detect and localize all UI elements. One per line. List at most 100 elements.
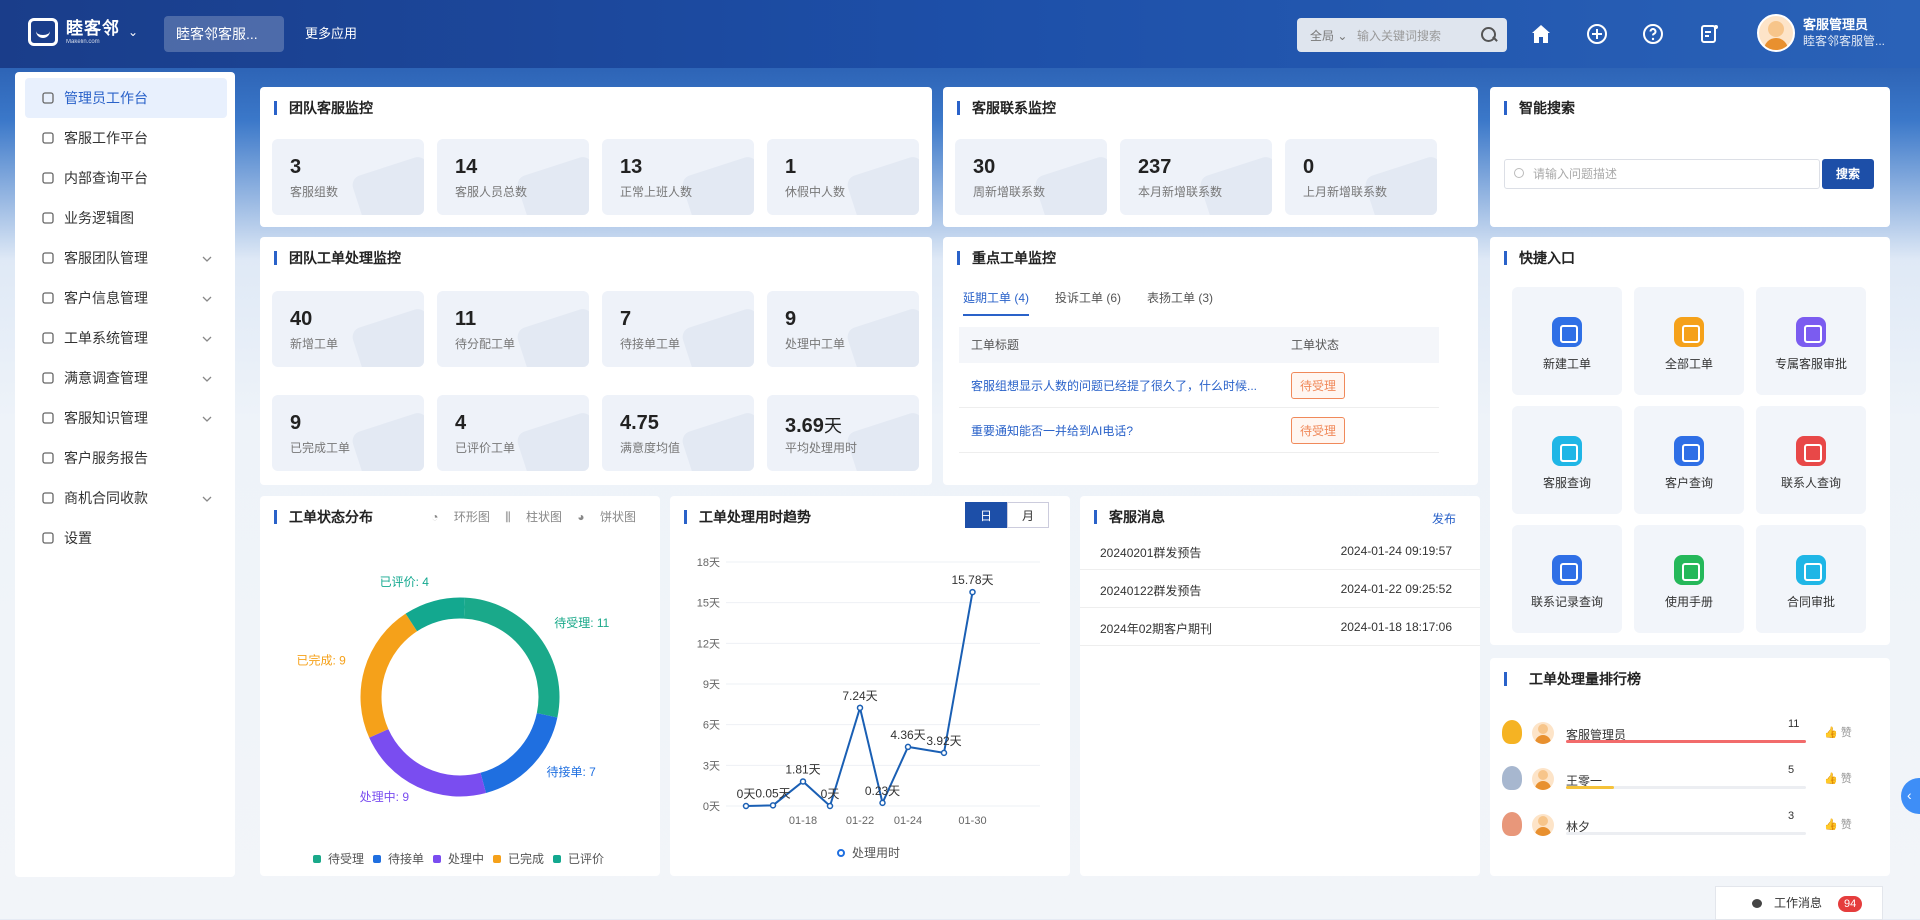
message-row[interactable]: 2024年02期客户期刊 2024-01-18 18:17:06 bbox=[1080, 608, 1480, 646]
ticket-title-link[interactable]: 重要通知能否一并给到AI电话? bbox=[959, 422, 1279, 439]
data-point[interactable] bbox=[856, 704, 864, 712]
legend-item[interactable]: 已评价 bbox=[553, 852, 607, 866]
ticket-title-link[interactable]: 客服组想显示人数的问题已经提了很久了，什么时候... bbox=[959, 377, 1279, 394]
quick-entry-item[interactable]: 合同审批 bbox=[1756, 525, 1866, 633]
data-point[interactable] bbox=[940, 749, 948, 757]
stat-tile[interactable]: 11 待分配工单 bbox=[437, 291, 589, 367]
data-point[interactable] bbox=[742, 802, 750, 810]
chevron-down-icon[interactable] bbox=[201, 372, 213, 384]
avatar[interactable] bbox=[1757, 14, 1795, 52]
sidebar-item-7[interactable]: 满意调查管理 bbox=[15, 358, 235, 398]
quick-entry-item[interactable]: 客服查询 bbox=[1512, 406, 1622, 514]
user-menu[interactable]: 客服管理员 睦客邻客服管... ⌄ bbox=[1757, 14, 1885, 52]
chevron-down-icon[interactable] bbox=[201, 412, 213, 424]
quick-entry-item[interactable]: 新建工单 bbox=[1512, 287, 1622, 395]
chart-type-bar[interactable]: ⫼ 柱状图 bbox=[505, 510, 562, 524]
chevron-down-icon[interactable] bbox=[201, 492, 213, 504]
donut-slice[interactable] bbox=[360, 613, 418, 738]
quick-entry-item[interactable]: 使用手册 bbox=[1634, 525, 1744, 633]
search-scope-select[interactable]: 全局 ⌄ bbox=[1297, 27, 1357, 44]
tab-key-ticket-2[interactable]: 表扬工单 (3) bbox=[1147, 289, 1213, 316]
publish-link[interactable]: 发布 bbox=[1432, 510, 1456, 527]
question-search-input[interactable]: 请输入问题描述 bbox=[1504, 159, 1820, 189]
help-icon[interactable] bbox=[1641, 22, 1665, 46]
search-button[interactable]: 搜索 bbox=[1822, 159, 1874, 189]
like-button[interactable]: 👍 赞 bbox=[1824, 770, 1852, 786]
quick-entry-item[interactable]: 客户查询 bbox=[1634, 406, 1744, 514]
donut-slice[interactable] bbox=[463, 597, 560, 718]
like-button[interactable]: 👍 赞 bbox=[1824, 816, 1852, 832]
sidebar-item-0[interactable]: 管理员工作台 bbox=[25, 78, 227, 118]
sidebar-item-2[interactable]: 内部查询平台 bbox=[15, 158, 235, 198]
search-icon[interactable] bbox=[1479, 25, 1499, 45]
stat-tile[interactable]: 0 上月新增联系数 bbox=[1285, 139, 1437, 215]
notes-icon[interactable] bbox=[1697, 22, 1721, 46]
chevron-down-icon[interactable]: ⌄ bbox=[128, 25, 138, 39]
chart-type-donut[interactable]: ◔ 环形图 bbox=[431, 510, 490, 524]
stat-tile[interactable]: 13 正常上班人数 bbox=[602, 139, 754, 215]
global-search[interactable]: 全局 ⌄ 输入关键词搜索 bbox=[1297, 18, 1507, 52]
sidebar-item-9[interactable]: 客户服务报告 bbox=[15, 438, 235, 478]
period-month-button[interactable]: 月 bbox=[1007, 502, 1049, 528]
tab-key-ticket-1[interactable]: 投诉工单 (6) bbox=[1055, 289, 1121, 316]
home-icon[interactable] bbox=[1529, 22, 1553, 46]
stat-tile[interactable]: 14 客服人员总数 bbox=[437, 139, 589, 215]
legend-item[interactable]: 待接单 bbox=[372, 852, 427, 866]
message-title[interactable]: 2024年02期客户期刊 bbox=[1100, 620, 1212, 637]
tab-key-ticket-0[interactable]: 延期工单 (4) bbox=[963, 289, 1030, 316]
donut-slice[interactable] bbox=[480, 712, 558, 794]
chevron-down-icon[interactable] bbox=[201, 332, 213, 344]
stat-tile[interactable]: 3 客服组数 bbox=[272, 139, 424, 215]
stat-tile[interactable]: 9 处理中工单 bbox=[767, 291, 919, 367]
sidebar-item-6[interactable]: 工单系统管理 bbox=[15, 318, 235, 358]
quick-entry-item[interactable]: 联系人查询 bbox=[1756, 406, 1866, 514]
donut-slice[interactable] bbox=[369, 728, 486, 797]
stat-tile[interactable]: 40 新增工单 bbox=[272, 291, 424, 367]
search-input[interactable]: 输入关键词搜索 bbox=[1357, 27, 1479, 44]
data-point[interactable] bbox=[904, 743, 912, 751]
data-point[interactable] bbox=[879, 799, 886, 807]
sidebar-item-10[interactable]: 商机合同收款 bbox=[15, 478, 235, 518]
like-button[interactable]: 👍 赞 bbox=[1824, 724, 1852, 740]
data-point[interactable] bbox=[799, 778, 807, 785]
data-point[interactable] bbox=[826, 802, 834, 810]
stat-tile[interactable]: 4.75 满意度均值 bbox=[602, 395, 754, 471]
legend-item[interactable]: 已完成 bbox=[493, 852, 547, 866]
stat-tile[interactable]: 9 已完成工单 bbox=[272, 395, 424, 471]
chevron-down-icon[interactable] bbox=[201, 252, 213, 264]
table-row[interactable]: 重要通知能否一并给到AI电话? 待受理 bbox=[959, 408, 1439, 453]
stat-tile[interactable]: 7 待接单工单 bbox=[602, 291, 754, 367]
donut-slice[interactable] bbox=[405, 597, 465, 632]
quick-entry-item[interactable]: 专属客服审批 bbox=[1756, 287, 1866, 395]
quick-entry-item[interactable]: 联系记录查询 bbox=[1512, 525, 1622, 633]
message-row[interactable]: 20240122群发预告 2024-01-22 09:25:52 bbox=[1080, 570, 1480, 608]
app-logo[interactable]: 睦客邻 Makelin.com ⌄ bbox=[28, 18, 138, 46]
data-point[interactable] bbox=[969, 588, 976, 596]
add-circle-icon[interactable] bbox=[1585, 22, 1609, 46]
stat-tile[interactable]: 4 已评价工单 bbox=[437, 395, 589, 471]
message-title[interactable]: 20240201群发预告 bbox=[1100, 544, 1201, 561]
data-point[interactable] bbox=[769, 802, 777, 809]
chart-type-pie[interactable]: ◕ 饼状图 bbox=[577, 510, 636, 524]
table-row[interactable]: 客服组想显示人数的问题已经提了很久了，什么时候... 待受理 bbox=[959, 363, 1439, 408]
tab-more-apps[interactable]: 更多应用 bbox=[305, 16, 357, 52]
sidebar-item-8[interactable]: 客服知识管理 bbox=[15, 398, 235, 438]
message-title[interactable]: 20240122群发预告 bbox=[1100, 582, 1201, 599]
stat-tile[interactable]: 1 休假中人数 bbox=[767, 139, 919, 215]
sidebar-item-4[interactable]: 客服团队管理 bbox=[15, 238, 235, 278]
stat-tile[interactable]: 3.69天 平均处理用时 bbox=[767, 395, 919, 471]
sidebar-item-3[interactable]: 业务逻辑图 bbox=[15, 198, 235, 238]
sidebar-item-5[interactable]: 客户信息管理 bbox=[15, 278, 235, 318]
quick-entry-item[interactable]: 全部工单 bbox=[1634, 287, 1744, 395]
side-panel-toggle[interactable]: ‹ bbox=[1901, 778, 1920, 814]
legend-item[interactable]: 处理中 bbox=[432, 852, 487, 866]
period-day-button[interactable]: 日 bbox=[965, 502, 1007, 528]
stat-tile[interactable]: 30 周新增联系数 bbox=[955, 139, 1107, 215]
stat-tile[interactable]: 237 本月新增联系数 bbox=[1120, 139, 1272, 215]
sidebar-item-11[interactable]: 设置 bbox=[15, 518, 235, 558]
sidebar-item-1[interactable]: 客服工作平台 bbox=[15, 118, 235, 158]
legend-item[interactable]: 待受理 bbox=[312, 852, 367, 866]
work-message-button[interactable]: 工作消息 94 bbox=[1715, 886, 1883, 920]
message-row[interactable]: 20240201群发预告 2024-01-24 09:19:57 bbox=[1080, 532, 1480, 570]
chevron-down-icon[interactable] bbox=[201, 292, 213, 304]
